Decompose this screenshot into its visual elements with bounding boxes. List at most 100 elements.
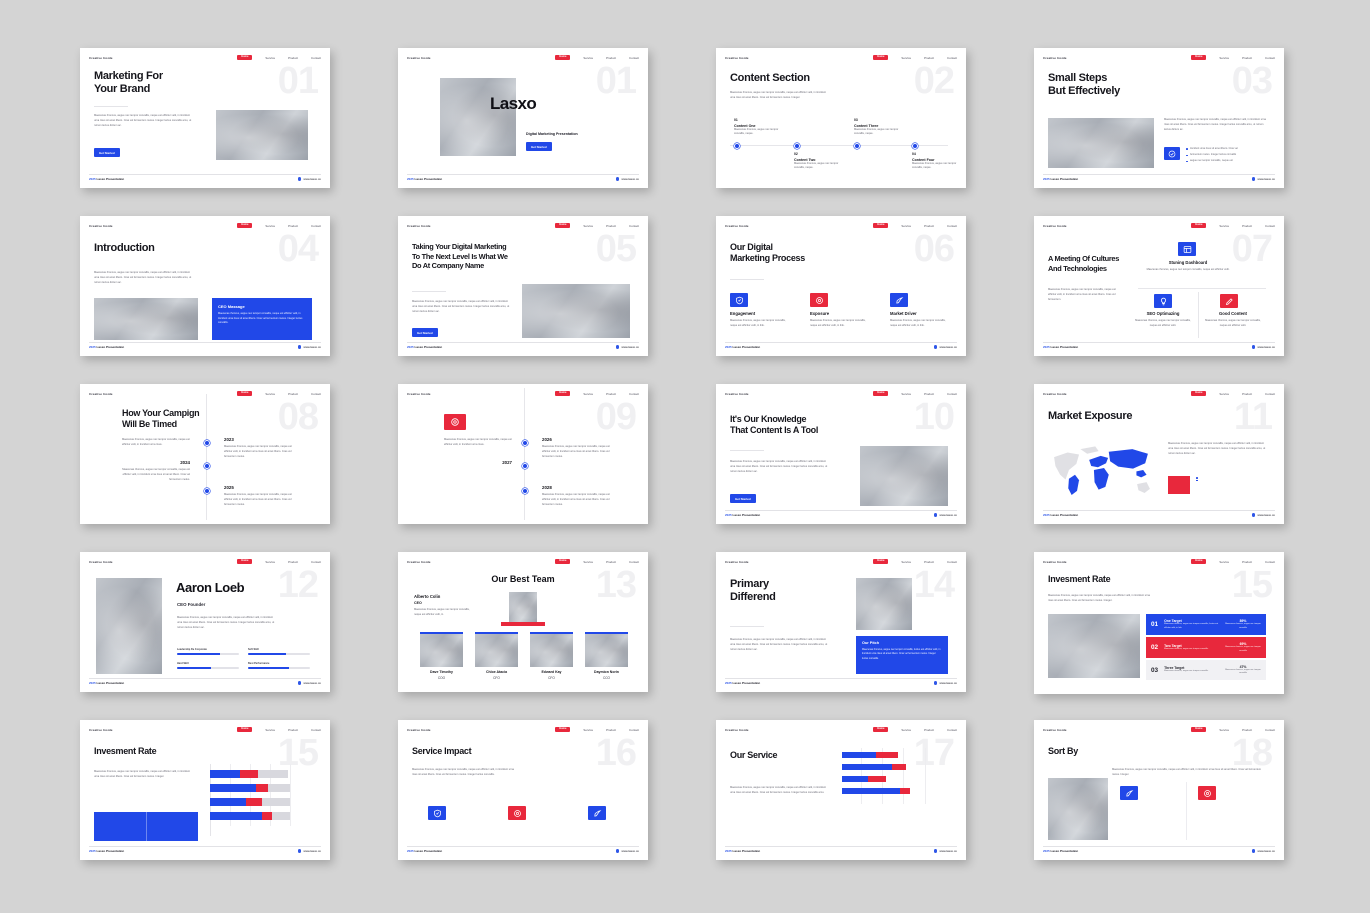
nav-pill-home[interactable]: Home [237,726,253,733]
slide-thumbnail-19[interactable]: Creative Inside Home Service Product Con… [1034,720,1284,860]
get-started-button[interactable]: Get Started [412,328,438,338]
nav-link-service[interactable]: Service [265,728,275,732]
nav-pill-home[interactable]: Home [555,222,571,229]
get-started-button[interactable]: Get Started [526,142,552,152]
slide-thumbnail-2[interactable]: Creative Inside Home Service Product Con… [398,48,648,188]
slide-thumbnail-6[interactable]: Creative Inside Home Service Product Con… [398,216,648,356]
nav-pill-home[interactable]: Home [873,222,889,229]
nav-link-service[interactable]: Service [583,392,593,396]
nav-link-product[interactable]: Product [288,392,298,396]
nav-pill-home[interactable]: Home [873,390,889,397]
nav-link-service[interactable]: Service [265,560,275,564]
nav-link-product[interactable]: Product [1242,392,1252,396]
nav-link-product[interactable]: Product [1242,56,1252,60]
nav-link-product[interactable]: Product [924,560,934,564]
nav-link-contact[interactable]: Contact [311,560,321,564]
nav-link-contact[interactable]: Contact [629,728,639,732]
nav-link-service[interactable]: Service [901,728,911,732]
get-started-button[interactable]: Get Started [94,148,120,158]
slide-thumbnail-3[interactable]: Creative Inside Home Service Product Con… [716,48,966,188]
nav-link-product[interactable]: Product [924,392,934,396]
slide-thumbnail-13[interactable]: Creative Inside Home Service Product Con… [80,552,330,692]
nav-pill-home[interactable]: Home [237,54,253,61]
nav-link-contact[interactable]: Contact [1265,56,1275,60]
nav-pill-home[interactable]: Home [1191,54,1207,61]
nav-pill-home[interactable]: Home [555,390,571,397]
nav-link-product[interactable]: Product [606,560,616,564]
nav-link-product[interactable]: Product [924,224,934,228]
nav-link-product[interactable]: Product [288,560,298,564]
nav-link-contact[interactable]: Contact [1265,560,1275,564]
slide-thumbnail-8[interactable]: Creative Inside Home Service Product Con… [1034,216,1284,356]
nav-link-service[interactable]: Service [265,392,275,396]
nav-link-service[interactable]: Service [901,560,911,564]
nav-link-contact[interactable]: Contact [947,224,957,228]
nav-link-service[interactable]: Service [583,224,593,228]
nav-link-contact[interactable]: Contact [1265,224,1275,228]
nav-link-product[interactable]: Product [606,728,616,732]
nav-link-contact[interactable]: Contact [947,392,957,396]
nav-pill-home[interactable]: Home [555,726,571,733]
slide-thumbnail-5[interactable]: Creative Inside Home Service Product Con… [80,216,330,356]
nav-pill-home[interactable]: Home [555,558,571,565]
nav-pill-home[interactable]: Home [1191,390,1207,397]
nav-link-contact[interactable]: Contact [311,224,321,228]
nav-link-product[interactable]: Product [606,392,616,396]
nav-link-contact[interactable]: Contact [629,560,639,564]
nav-link-product[interactable]: Product [1242,728,1252,732]
nav-link-contact[interactable]: Contact [311,392,321,396]
nav-link-product[interactable]: Product [924,728,934,732]
nav-link-product[interactable]: Product [1242,560,1252,564]
slide-thumbnail-16-invesment[interactable]: Creative Inside Home Service Product Con… [1034,552,1284,694]
nav-link-service[interactable]: Service [1219,224,1229,228]
nav-link-service[interactable]: Service [901,392,911,396]
nav-pill-home[interactable]: Home [873,726,889,733]
nav-link-contact[interactable]: Contact [629,56,639,60]
nav-link-product[interactable]: Product [288,56,298,60]
nav-pill-home[interactable]: Home [237,558,253,565]
nav-link-contact[interactable]: Contact [629,224,639,228]
slide-thumbnail-7[interactable]: Creative Inside Home Service Product Con… [716,216,966,356]
nav-link-service[interactable]: Service [1219,56,1229,60]
nav-link-service[interactable]: Service [265,224,275,228]
slide-thumbnail-12[interactable]: Creative Inside Home Service Product Con… [1034,384,1284,524]
nav-link-contact[interactable]: Contact [311,728,321,732]
nav-link-service[interactable]: Service [1219,560,1229,564]
nav-pill-home[interactable]: Home [237,222,253,229]
nav-pill-home[interactable]: Home [873,558,889,565]
nav-pill-home[interactable]: Home [237,390,253,397]
nav-link-contact[interactable]: Contact [1265,392,1275,396]
slide-thumbnail-18[interactable]: Creative Inside Home Service Product Con… [716,720,966,860]
nav-link-product[interactable]: Product [606,224,616,228]
nav-pill-home[interactable]: Home [1191,726,1207,733]
nav-link-service[interactable]: Service [583,728,593,732]
nav-link-contact[interactable]: Contact [629,392,639,396]
nav-link-contact[interactable]: Contact [1265,728,1275,732]
slide-thumbnail-17[interactable]: Creative Inside Home Service Product Con… [398,720,648,860]
slide-thumbnail-14[interactable]: Creative Inside Home Service Product Con… [398,552,648,692]
nav-pill-home[interactable]: Home [555,54,571,61]
slide-thumbnail-10[interactable]: Creative Inside Home Service Product Con… [398,384,648,524]
nav-link-service[interactable]: Service [583,56,593,60]
nav-link-product[interactable]: Product [606,56,616,60]
nav-link-service[interactable]: Service [1219,728,1229,732]
slide-thumbnail-4[interactable]: Creative Inside Home Service Product Con… [1034,48,1284,188]
nav-link-product[interactable]: Product [288,728,298,732]
get-started-button[interactable]: Get Started [730,494,756,504]
nav-link-product[interactable]: Product [924,56,934,60]
slide-thumbnail-15[interactable]: Creative Inside Home Service Product Con… [716,552,966,692]
nav-link-service[interactable]: Service [901,224,911,228]
nav-link-service[interactable]: Service [901,56,911,60]
nav-link-service[interactable]: Service [265,56,275,60]
nav-link-product[interactable]: Product [288,224,298,228]
nav-link-product[interactable]: Product [1242,224,1252,228]
nav-pill-home[interactable]: Home [873,54,889,61]
nav-link-service[interactable]: Service [583,560,593,564]
nav-link-contact[interactable]: Contact [947,560,957,564]
nav-pill-home[interactable]: Home [1191,222,1207,229]
slide-thumbnail-16[interactable]: Creative Inside Home Service Product Con… [80,720,330,860]
slide-thumbnail-11[interactable]: Creative Inside Home Service Product Con… [716,384,966,524]
nav-pill-home[interactable]: Home [1191,558,1207,565]
nav-link-service[interactable]: Service [1219,392,1229,396]
nav-link-contact[interactable]: Contact [947,728,957,732]
